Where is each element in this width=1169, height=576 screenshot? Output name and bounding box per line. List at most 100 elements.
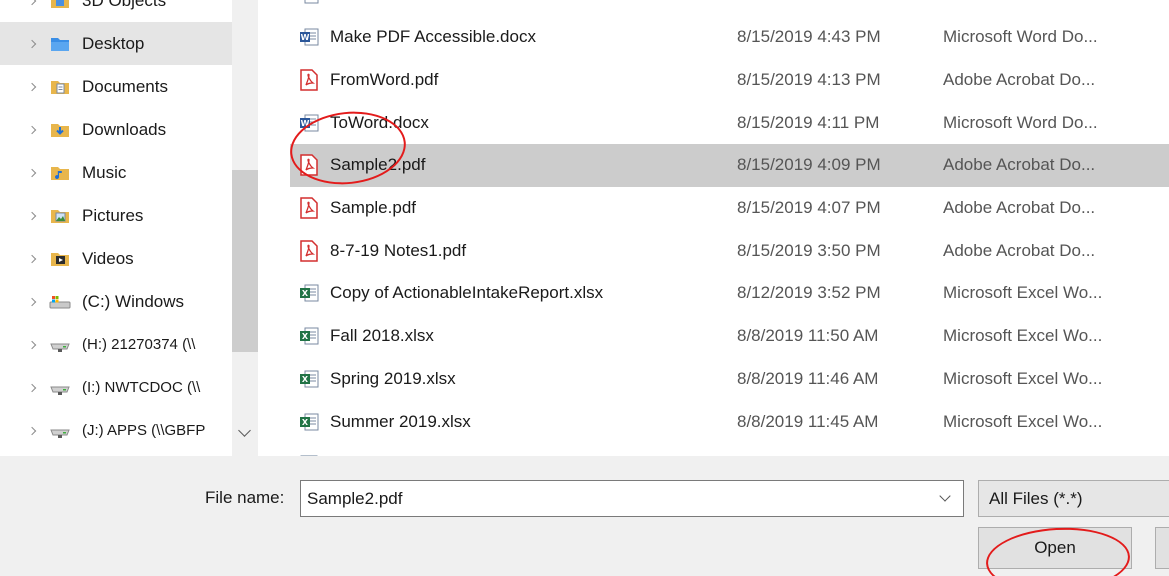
svg-text:X: X bbox=[302, 289, 309, 298]
chevron-down-icon[interactable] bbox=[927, 481, 963, 516]
nav-item-label: (H:) 21270374 (\\ bbox=[82, 335, 196, 353]
file-row[interactable]: X Fall 2018.xlsx 8/8/2019 11:50 AM Microsof… bbox=[290, 315, 1169, 358]
cancel-button[interactable] bbox=[1155, 527, 1169, 569]
file-list: W Natural Reader.docx 8/16/2019 3:27 PM Mic… bbox=[262, 0, 1169, 456]
chevron-right-icon[interactable] bbox=[27, 39, 37, 48]
file-row[interactable]: X Spring 2019.xlsx 8/8/2019 11:46 AM Micros… bbox=[290, 357, 1169, 400]
file-name[interactable]: Fall 2018.xlsx bbox=[330, 325, 434, 347]
nav-item[interactable]: Documents bbox=[0, 65, 232, 108]
chevron-right-icon[interactable] bbox=[27, 426, 37, 435]
file-name[interactable]: FromWord.pdf bbox=[330, 69, 438, 91]
nav-item[interactable]: (H:) 21270374 (\\ bbox=[0, 323, 232, 366]
desktop-folder-icon bbox=[49, 35, 71, 53]
nav-item-label: Documents bbox=[82, 76, 168, 96]
svg-text:W: W bbox=[301, 119, 310, 128]
nav-item-label: Music bbox=[82, 162, 127, 182]
nav-item[interactable]: (I:) NWTCDOC (\\ bbox=[0, 366, 232, 409]
excel-icon: X bbox=[299, 282, 319, 304]
file-type-filter[interactable]: All Files (*.*) bbox=[978, 480, 1169, 517]
chevron-right-icon[interactable] bbox=[27, 340, 37, 349]
file-name[interactable]: Sample.pdf bbox=[330, 197, 416, 219]
file-row[interactable]: Sample.pdf 8/15/2019 4:07 PM Adobe Acrobat… bbox=[290, 187, 1169, 230]
nav-item[interactable]: 3D Objects bbox=[0, 0, 232, 22]
pdf-icon bbox=[299, 154, 319, 177]
file-row[interactable]: W Natural Reader.docx 8/16/2019 3:27 PM Mic… bbox=[290, 0, 1169, 16]
file-row[interactable]: 8-7-19 Notes1.pdf 8/15/2019 3:50 PM Adobe … bbox=[290, 229, 1169, 272]
file-date-modified: 8/8/2019 11:46 AM bbox=[737, 368, 879, 388]
nav-item[interactable]: Videos bbox=[0, 237, 232, 280]
local-drive-icon bbox=[49, 293, 71, 311]
music-folder-icon bbox=[49, 164, 71, 182]
chevron-right-icon[interactable] bbox=[27, 254, 37, 263]
nav-item[interactable]: Desktop bbox=[0, 22, 232, 65]
videos-folder-icon bbox=[49, 250, 71, 268]
nav-item-label: Downloads bbox=[82, 119, 167, 139]
file-date-modified: 8/15/2019 4:07 PM bbox=[737, 198, 881, 217]
downloads-folder-icon bbox=[49, 121, 71, 139]
file-type: Microsoft Word Do... bbox=[943, 112, 1098, 132]
file-date-modified: 8/8/2019 11:45 AM bbox=[737, 411, 879, 431]
file-date-modified: 8/12/2019 3:52 PM bbox=[737, 283, 881, 303]
file-type: Adobe Acrobat Do... bbox=[943, 155, 1096, 175]
file-name[interactable]: Make PDF Accessible.docx bbox=[330, 26, 536, 48]
chevron-right-icon[interactable] bbox=[27, 82, 37, 91]
file-type: Adobe Acrobat Do... bbox=[943, 69, 1096, 89]
file-row[interactable]: X Summer 2019.xlsx 8/8/2019 11:45 AM Micros… bbox=[290, 400, 1169, 443]
excel-icon: X bbox=[299, 368, 319, 390]
excel-icon: X bbox=[299, 325, 319, 347]
file-name-input[interactable]: Sample2.pdf bbox=[300, 480, 964, 517]
file-date-modified: 8/15/2019 4:09 PM bbox=[737, 155, 881, 175]
dialog-footer: File name: Sample2.pdf All Files (*.*) O… bbox=[0, 456, 1169, 576]
file-name[interactable]: ToWord.docx bbox=[330, 112, 429, 134]
nav-item[interactable]: (C:) Windows bbox=[0, 280, 232, 323]
file-name[interactable]: 8-7-19 Notes1.pdf bbox=[330, 240, 466, 262]
file-name[interactable]: Spring 2019.xlsx bbox=[330, 368, 456, 390]
nav-scrollbar[interactable] bbox=[232, 0, 258, 456]
nav-scroll-thumb[interactable] bbox=[232, 170, 258, 352]
file-type: Microsoft Excel Wo... bbox=[943, 326, 1103, 346]
file-row[interactable]: FromWord.pdf 8/15/2019 4:13 PM Adobe Acrob… bbox=[290, 58, 1169, 101]
file-date-modified: 8/15/2019 3:50 PM bbox=[737, 240, 881, 260]
file-row[interactable]: X Copy of ActionableIntakeReport.xlsx 8/12… bbox=[290, 272, 1169, 315]
file-type: Microsoft Excel Wo... bbox=[943, 283, 1103, 303]
nav-item[interactable]: Downloads bbox=[0, 108, 232, 151]
chevron-right-icon[interactable] bbox=[27, 297, 37, 306]
svg-text:X: X bbox=[302, 375, 309, 384]
nav-item[interactable]: Pictures bbox=[0, 194, 232, 237]
chevron-right-icon[interactable] bbox=[27, 125, 37, 134]
file-name[interactable]: Copy of ActionableIntakeReport.xlsx bbox=[330, 282, 603, 304]
nav-item-label: (C:) Windows bbox=[82, 291, 185, 311]
file-type: Adobe Acrobat Do... bbox=[943, 240, 1096, 260]
3d-objects-icon bbox=[49, 0, 71, 10]
file-name[interactable]: Sample2.pdf bbox=[330, 154, 425, 176]
file-name[interactable]: Natural Reader.docx bbox=[330, 0, 485, 6]
file-row[interactable]: Sample2.pdf 8/15/2019 4:09 PM Adobe Acroba… bbox=[290, 143, 1169, 187]
network-drive-icon bbox=[49, 379, 71, 397]
file-row[interactable]: W Make PDF Accessible.docx 8/15/2019 4:43 … bbox=[290, 16, 1169, 59]
scroll-down-arrow-icon[interactable] bbox=[238, 424, 251, 437]
chevron-right-icon[interactable] bbox=[27, 383, 37, 392]
file-name-value[interactable]: Sample2.pdf bbox=[307, 488, 402, 510]
word-doc-icon: W bbox=[299, 0, 319, 6]
pictures-folder-icon bbox=[49, 207, 71, 225]
chevron-right-icon[interactable] bbox=[27, 211, 37, 220]
file-type: Microsoft Word Do... bbox=[943, 27, 1098, 47]
file-type: Microsoft Excel Wo... bbox=[943, 411, 1103, 431]
file-name-label: File name: bbox=[205, 488, 285, 507]
nav-item-label: (J:) APPS (\\GBFP bbox=[82, 421, 206, 439]
word-doc-icon: W bbox=[299, 112, 319, 134]
word-doc-icon: W bbox=[299, 26, 319, 48]
nav-item[interactable]: Music bbox=[0, 151, 232, 194]
svg-text:X: X bbox=[302, 418, 309, 427]
chevron-right-icon[interactable] bbox=[27, 0, 37, 5]
file-name[interactable]: Summer 2019.xlsx bbox=[330, 411, 471, 433]
network-drive-icon bbox=[49, 336, 71, 354]
chevron-right-icon[interactable] bbox=[27, 168, 37, 177]
file-date-modified: 8/15/2019 4:43 PM bbox=[737, 27, 881, 47]
open-button[interactable]: Open bbox=[978, 527, 1132, 569]
file-row[interactable]: W ToWord.docx 8/15/2019 4:11 PM Microsoft W… bbox=[290, 101, 1169, 144]
pdf-icon bbox=[299, 239, 319, 262]
file-type-filter-value[interactable]: All Files (*.*) bbox=[989, 488, 1083, 510]
file-row[interactable]: DS2.jpg7/30/2019 9:15 AMJPG File bbox=[290, 443, 1169, 456]
nav-item[interactable]: (J:) APPS (\\GBFP bbox=[0, 409, 232, 452]
